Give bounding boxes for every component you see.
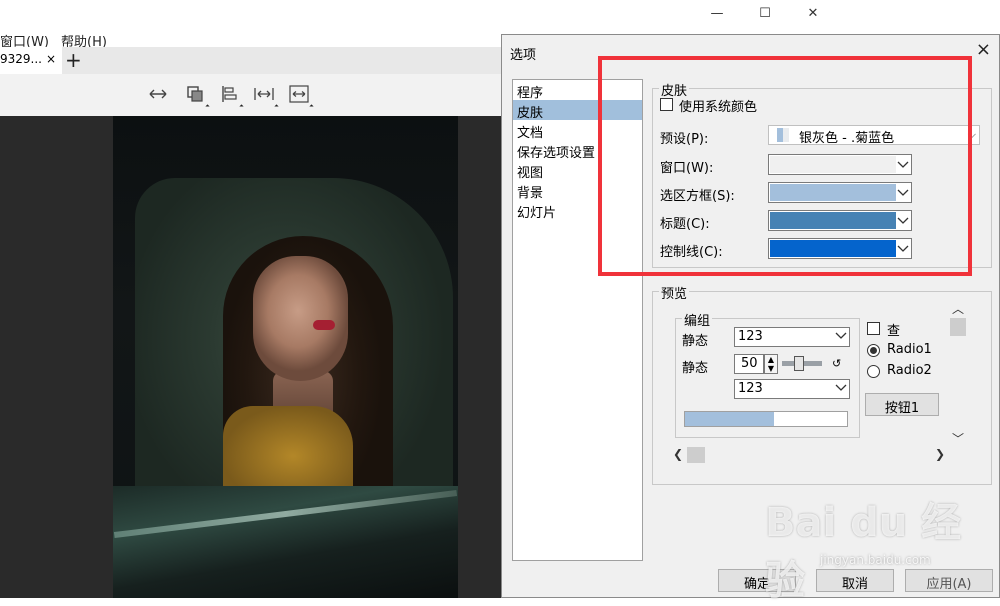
vertical-scroll-thumb[interactable] [950, 318, 966, 336]
preview-inner-group: 编组 静态 123 静态 50 ▲ ▼ ↺ 123 [675, 310, 860, 438]
preview-radio-1-label: Radio1 [887, 342, 932, 357]
maximize-button[interactable]: ☐ [742, 0, 788, 27]
options-nav-list: 程序 皮肤 文档 保存选项设置 视图 背景 幻灯片 [512, 79, 643, 561]
window-color-select[interactable] [768, 154, 912, 175]
preset-label: 预设(P): [660, 132, 709, 147]
baidu-watermark-url: jingyan.baidu.com [820, 553, 931, 567]
selection-frame-color-label: 选区方框(S): [660, 189, 735, 204]
scroll-up-icon[interactable]: ︿ [952, 300, 964, 317]
menu-help[interactable]: 帮助(H) [61, 28, 113, 50]
use-system-colors-checkbox[interactable] [660, 98, 673, 111]
crop-icon[interactable] [184, 84, 210, 109]
chevron-down-icon: ⌵ [967, 128, 976, 141]
preset-value: 银灰色 - .菊蓝色 [799, 131, 895, 146]
maximize-icon: ☐ [759, 6, 771, 21]
use-system-colors-label: 使用系统颜色 [679, 100, 758, 115]
preview-checkbox-label: 查 [887, 324, 901, 339]
preview-progress-fill [685, 412, 775, 426]
fit-width-bars-icon[interactable] [253, 84, 279, 109]
fit-width-icon[interactable] [147, 84, 169, 104]
chevron-down-icon[interactable]: ▼ [765, 364, 777, 373]
window-color-label: 窗口(W): [660, 161, 714, 176]
chevron-down-icon [894, 183, 911, 202]
nav-item-save-options[interactable]: 保存选项设置 [513, 140, 642, 161]
selection-frame-color-swatch [770, 184, 896, 201]
document-tab[interactable]: 9329... × [0, 47, 62, 74]
title-color-swatch [770, 212, 896, 229]
preview-combo-1[interactable]: 123 [734, 327, 850, 347]
preview-spin-value: 50 [741, 356, 758, 371]
preview-radio-1[interactable] [867, 344, 880, 357]
spin-arrows[interactable]: ▲ ▼ [764, 354, 778, 374]
title-color-label: 标题(C): [660, 217, 710, 232]
chevron-down-icon [835, 381, 847, 396]
dialog-title: 选项 [510, 48, 537, 63]
dialog-close-icon[interactable]: × [976, 39, 991, 60]
new-tab-icon[interactable]: + [65, 48, 82, 72]
menubar: 窗口(W) 帮助(H) [0, 28, 119, 50]
preview-combo-1-value: 123 [738, 329, 763, 344]
preview-inner-group-title: 编组 [682, 310, 713, 329]
nav-item-view[interactable]: 视图 [513, 160, 642, 181]
close-icon: ✕ [807, 6, 819, 21]
menu-window[interactable]: 窗口(W) [0, 28, 55, 50]
preview-group: 预览 编组 静态 123 静态 50 ▲ ▼ ↺ 123 查 Radio1 Ra… [652, 283, 992, 485]
nav-item-skin[interactable]: 皮肤 [513, 100, 642, 121]
nav-item-slideshow[interactable]: 幻灯片 [513, 200, 642, 221]
nav-item-background[interactable]: 背景 [513, 180, 642, 201]
selection-frame-color-select[interactable] [768, 182, 912, 203]
close-window-button[interactable]: ✕ [790, 0, 836, 27]
preview-combo-2-value: 123 [738, 381, 763, 396]
title-color-select[interactable] [768, 210, 912, 231]
preview-progress-bar [684, 411, 848, 427]
preview-checkbox[interactable] [867, 322, 880, 335]
preview-group-title: 预览 [659, 283, 690, 302]
tab-close-icon[interactable]: × [46, 52, 56, 66]
preview-radio-2-label: Radio2 [887, 363, 932, 378]
chevron-down-icon [894, 211, 911, 230]
scroll-down-icon[interactable]: ﹀ [952, 430, 964, 447]
preview-spin-input[interactable]: 50 [734, 354, 764, 374]
nav-item-program[interactable]: 程序 [513, 80, 642, 101]
minimize-icon: — [710, 6, 724, 21]
reset-icon[interactable]: ↺ [832, 357, 841, 370]
minimize-button[interactable]: — [694, 0, 740, 27]
skin-group: 皮肤 使用系统颜色 预设(P): 银灰色 - .菊蓝色 ⌵ 窗口(W): 选区方… [652, 80, 992, 268]
preset-select[interactable]: 银灰色 - .菊蓝色 ⌵ [768, 125, 980, 146]
chevron-down-icon [894, 239, 911, 258]
align-left-icon[interactable] [218, 84, 244, 109]
chevron-down-icon [835, 329, 847, 344]
scroll-right-icon[interactable]: ❯ [935, 447, 945, 461]
horizontal-scroll-thumb[interactable] [687, 447, 705, 463]
control-line-color-swatch [770, 240, 896, 257]
fit-screen-icon[interactable] [288, 84, 314, 109]
chevron-up-icon[interactable]: ▲ [765, 355, 777, 364]
chevron-down-icon [894, 155, 911, 174]
scroll-left-icon[interactable]: ❮ [673, 447, 683, 461]
static-label-2: 静态 [682, 361, 709, 376]
photo-woman-in-car-window [113, 116, 458, 598]
app-titlebar: — ☐ ✕ [0, 0, 840, 27]
document-tab-label: 9329... [0, 52, 42, 66]
control-line-color-select[interactable] [768, 238, 912, 259]
control-line-color-label: 控制线(C): [660, 245, 723, 260]
baidu-watermark: Bai du 经验 [765, 500, 962, 604]
preview-radio-2[interactable] [867, 365, 880, 378]
window-color-swatch [770, 156, 896, 173]
nav-item-document[interactable]: 文档 [513, 120, 642, 141]
preview-button[interactable]: 按钮1 [865, 393, 939, 416]
preview-slider-thumb[interactable] [794, 356, 804, 371]
static-label-1: 静态 [682, 334, 709, 349]
preview-combo-2[interactable]: 123 [734, 379, 850, 399]
